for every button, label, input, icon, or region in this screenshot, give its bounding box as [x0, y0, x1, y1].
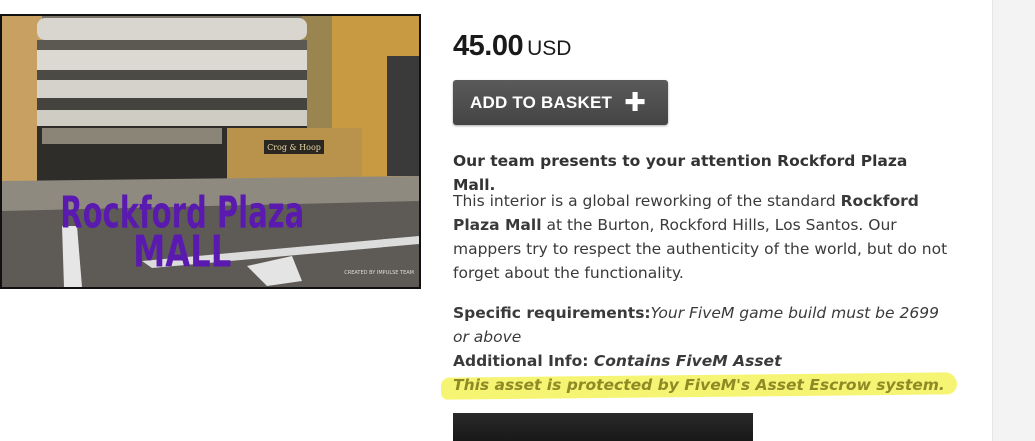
page-right-gutter: [992, 0, 1035, 441]
additional-info: Additional Info: Contains FiveM Asset: [453, 349, 953, 373]
specific-requirements: Specific requirements:Your FiveM game bu…: [453, 301, 953, 349]
escrow-notice: This asset is protected by FiveM's Asset…: [440, 372, 957, 400]
add-to-basket-button[interactable]: ADD TO BASKET ✚: [453, 80, 668, 125]
store-sign: Crog & Hoop: [267, 143, 321, 152]
secondary-product-image[interactable]: [453, 413, 753, 441]
escrow-notice-text: This asset is protected by FiveM's Asset…: [453, 376, 945, 394]
additional-info-label: Additional Info:: [453, 352, 594, 370]
product-price: 45.00 USD: [453, 30, 571, 63]
description-text-start: This interior is a global reworking of t…: [453, 192, 841, 210]
plus-icon: ✚: [624, 86, 647, 117]
image-title-line2: MALL: [133, 227, 231, 278]
price-currency: USD: [527, 37, 572, 60]
additional-info-value: Contains FiveM Asset: [593, 352, 782, 370]
add-to-basket-label: ADD TO BASKET: [470, 92, 613, 112]
image-watermark: CREATED BY IMPULSE TEAM: [344, 270, 414, 276]
product-description: This interior is a global reworking of t…: [453, 189, 953, 285]
requirements-label: Specific requirements:: [453, 304, 651, 322]
product-image[interactable]: Crog & Hoop Rockford Plaza MALL CREATED …: [0, 14, 421, 289]
price-amount: 45.00: [453, 30, 524, 62]
